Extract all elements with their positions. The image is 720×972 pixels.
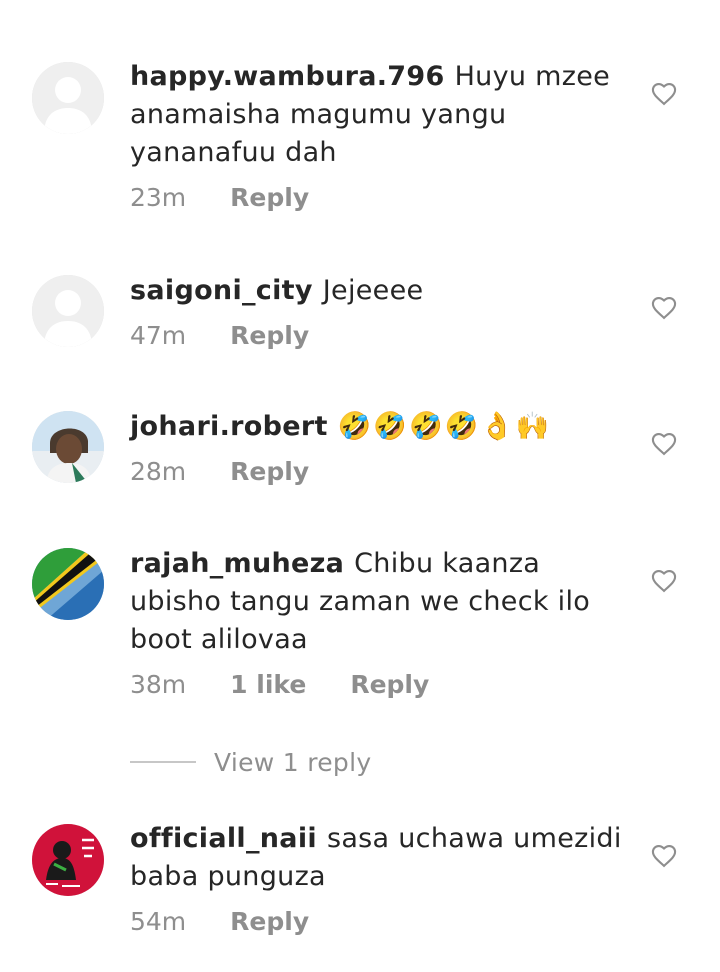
heart-outline-icon[interactable] [650, 80, 678, 108]
comment-text-block: officiall_naii sasa uchawa umezidi baba p… [130, 820, 630, 896]
comment-body: officiall_naii sasa uchawa umezidi baba p… [130, 820, 630, 940]
reply-button[interactable]: Reply [350, 670, 429, 699]
reply-button[interactable]: Reply [230, 457, 309, 486]
comment-body: saigoni_city Jejeeee 47m Reply [130, 272, 630, 354]
comment-text-block: happy.wambura.796 Huyu mzee anamaisha mag… [130, 58, 630, 172]
comment-time: 38m [130, 670, 187, 699]
reply-button[interactable]: Reply [230, 907, 309, 936]
comment-text: Jejeeee [322, 275, 424, 306]
comment-text-block: saigoni_city Jejeeee [130, 272, 630, 310]
logo-avatar-icon [32, 824, 104, 896]
avatar[interactable] [32, 548, 104, 620]
comment-username[interactable]: johari.robert [130, 411, 328, 442]
like-count[interactable]: 1 like [230, 670, 306, 699]
reply-button[interactable]: Reply [230, 183, 309, 212]
view-replies-button[interactable]: View 1 reply [130, 744, 371, 780]
tanzania-flag-icon [32, 548, 104, 620]
comment-meta: 38m 1 like Reply [130, 667, 630, 703]
comment-time: 28m [130, 457, 187, 486]
heart-outline-icon[interactable] [650, 294, 678, 322]
comment-username[interactable]: saigoni_city [130, 275, 313, 306]
comment-body: johari.robert 🤣🤣🤣🤣👌🙌 28m Reply [130, 408, 630, 490]
default-avatar-icon [32, 62, 104, 134]
comment-time: 54m [130, 907, 187, 936]
comment-text-block: rajah_muheza Chibu kaanza ubisho tangu za… [130, 545, 630, 659]
comment-text: 🤣🤣🤣🤣👌🙌 [337, 411, 552, 442]
avatar[interactable] [32, 275, 104, 347]
comment-time: 23m [130, 183, 187, 212]
avatar[interactable] [32, 62, 104, 134]
reply-button[interactable]: Reply [230, 321, 309, 350]
comment-meta: 47m Reply [130, 318, 630, 354]
comment-time: 47m [130, 321, 187, 350]
comment-username[interactable]: happy.wambura.796 [130, 61, 445, 92]
avatar[interactable] [32, 411, 104, 483]
comment-meta: 23m Reply [130, 180, 630, 216]
heart-outline-icon[interactable] [650, 842, 678, 870]
avatar[interactable] [32, 824, 104, 896]
comment-username[interactable]: rajah_muheza [130, 548, 344, 579]
profile-photo-icon [32, 411, 104, 483]
heart-outline-icon[interactable] [650, 567, 678, 595]
heart-outline-icon[interactable] [650, 430, 678, 458]
comment-meta: 54m Reply [130, 904, 630, 940]
comment-text-block: johari.robert 🤣🤣🤣🤣👌🙌 [130, 408, 630, 446]
view-replies-label: View 1 reply [214, 747, 372, 777]
comment-username[interactable]: officiall_naii [130, 823, 317, 854]
view-replies-divider [130, 761, 196, 763]
comment-meta: 28m Reply [130, 454, 630, 490]
comment-body: happy.wambura.796 Huyu mzee anamaisha mag… [130, 58, 630, 216]
comment-body: rajah_muheza Chibu kaanza ubisho tangu za… [130, 545, 630, 703]
default-avatar-icon [32, 275, 104, 347]
